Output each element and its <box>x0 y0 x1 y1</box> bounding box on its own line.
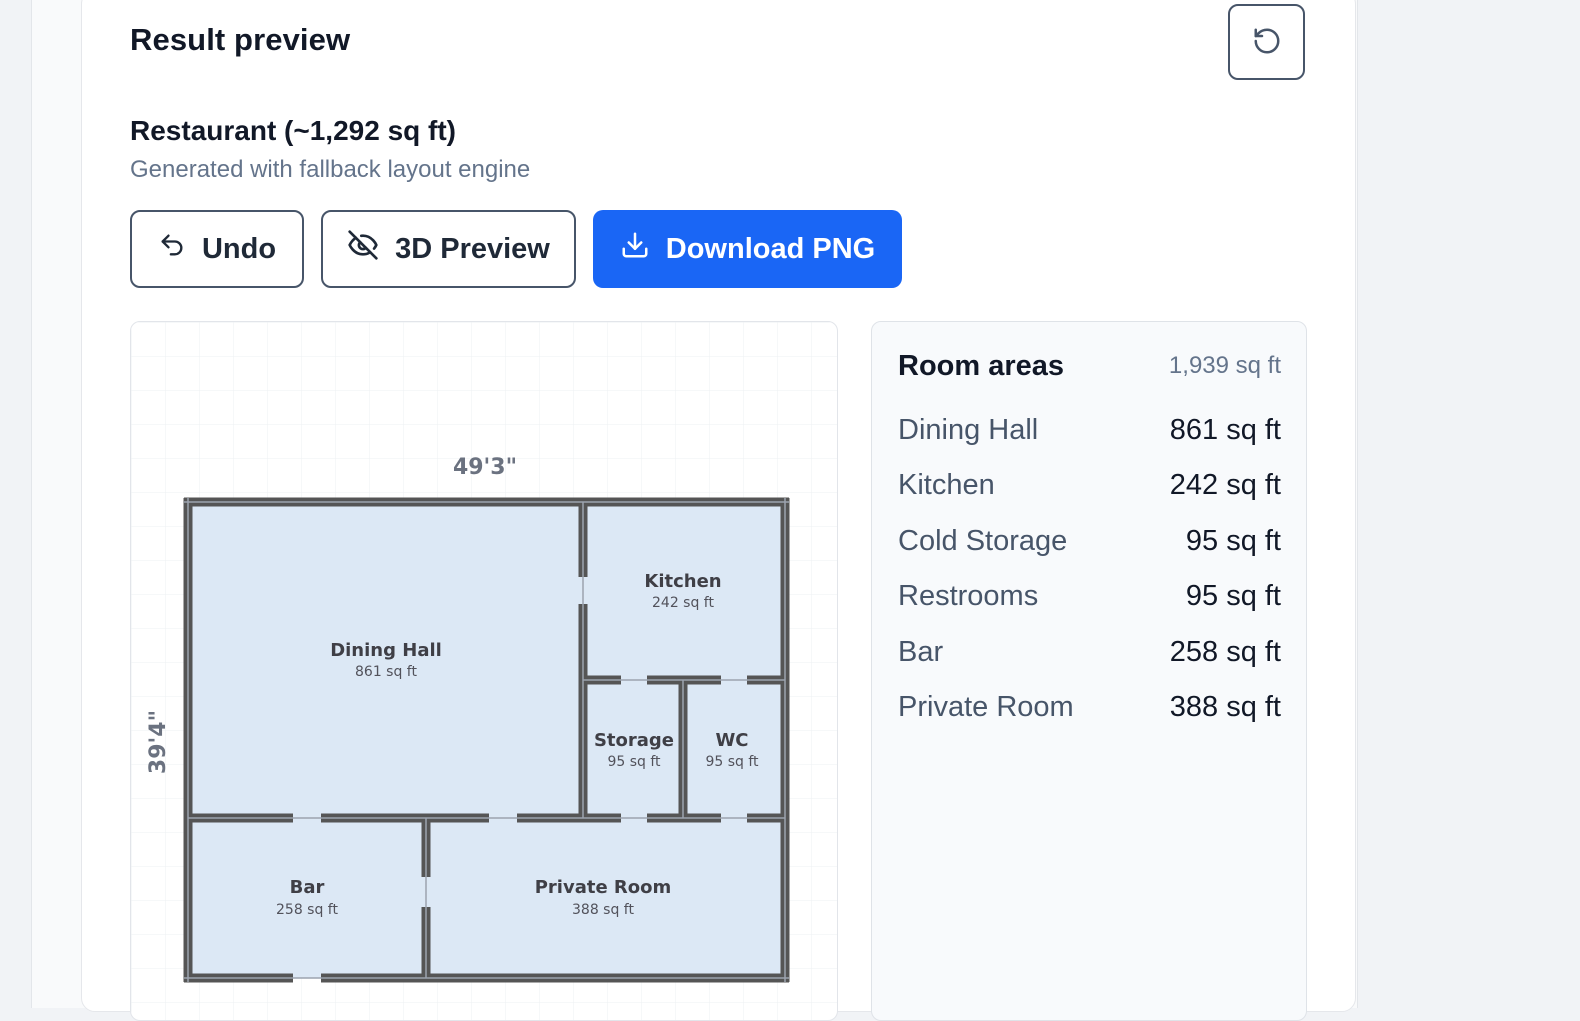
area-row-value: 258 sq ft <box>1169 635 1281 668</box>
undo-icon <box>158 231 186 267</box>
undo-button[interactable]: Undo <box>130 210 304 288</box>
area-row-value: 861 sq ft <box>1169 413 1281 446</box>
area-row: Kitchen 242 sq ft <box>898 465 1281 505</box>
room-area-private-room: 388 sq ft <box>572 902 634 918</box>
area-row-value: 95 sq ft <box>1185 524 1281 557</box>
refresh-button[interactable] <box>1228 4 1305 80</box>
area-row-value: 388 sq ft <box>1169 690 1281 723</box>
room-label-dining-hall: Dining Hall <box>330 640 442 661</box>
room-label-storage: Storage <box>594 730 674 751</box>
room-areas-total: 1,939 sq ft <box>1168 352 1281 379</box>
floor-plan-canvas[interactable]: 49'3" 39'4" Dining Hall 861 sq ft Kitche… <box>130 321 838 1021</box>
project-subtitle: Generated with fallback layout engine <box>130 156 531 183</box>
room-area-wc: 95 sq ft <box>705 754 759 770</box>
area-row: Cold Storage 95 sq ft <box>898 521 1281 561</box>
area-row: Private Room 388 sq ft <box>898 687 1281 727</box>
area-row: Restrooms 95 sq ft <box>898 576 1281 616</box>
3d-preview-label: 3D Preview <box>395 232 550 265</box>
area-row-name: Kitchen <box>898 468 995 501</box>
height-dimension-label: 39'4" <box>146 710 171 774</box>
download-icon <box>620 230 650 268</box>
3d-preview-button[interactable]: 3D Preview <box>321 210 576 288</box>
area-row-value: 242 sq ft <box>1169 468 1281 501</box>
room-area-dining-hall: 861 sq ft <box>355 664 417 680</box>
area-row: Dining Hall 861 sq ft <box>898 410 1281 450</box>
area-row-name: Private Room <box>898 690 1074 723</box>
area-row-value: 95 sq ft <box>1185 579 1281 612</box>
room-areas-panel: Room areas 1,939 sq ft Dining Hall 861 s… <box>871 321 1307 1021</box>
room-areas-title: Room areas <box>898 350 1065 382</box>
refresh-icon <box>1252 26 1282 59</box>
project-title: Restaurant (~1,292 sq ft) <box>130 115 456 146</box>
area-row-name: Restrooms <box>898 579 1039 612</box>
room-area-bar: 258 sq ft <box>276 902 338 918</box>
room-area-storage: 95 sq ft <box>607 754 661 770</box>
room-private-room[interactable] <box>426 818 785 978</box>
floor-plan-svg: 49'3" 39'4" Dining Hall 861 sq ft Kitche… <box>131 322 837 1020</box>
area-row-name: Bar <box>898 635 944 668</box>
download-label: Download PNG <box>665 232 876 265</box>
room-bar[interactable] <box>188 818 426 978</box>
area-row-name: Dining Hall <box>898 413 1039 446</box>
download-png-button[interactable]: Download PNG <box>593 210 902 288</box>
room-label-wc: WC <box>715 730 748 751</box>
eye-off-icon <box>347 229 379 269</box>
room-label-kitchen: Kitchen <box>644 571 721 592</box>
area-row-name: Cold Storage <box>898 524 1068 557</box>
undo-label: Undo <box>201 232 277 265</box>
width-dimension-label: 49'3" <box>453 455 517 480</box>
room-label-private-room: Private Room <box>535 877 672 898</box>
room-label-bar: Bar <box>290 877 325 898</box>
area-row: Bar 258 sq ft <box>898 632 1281 672</box>
page-title: Result preview <box>130 22 351 57</box>
room-area-kitchen: 242 sq ft <box>652 595 714 611</box>
